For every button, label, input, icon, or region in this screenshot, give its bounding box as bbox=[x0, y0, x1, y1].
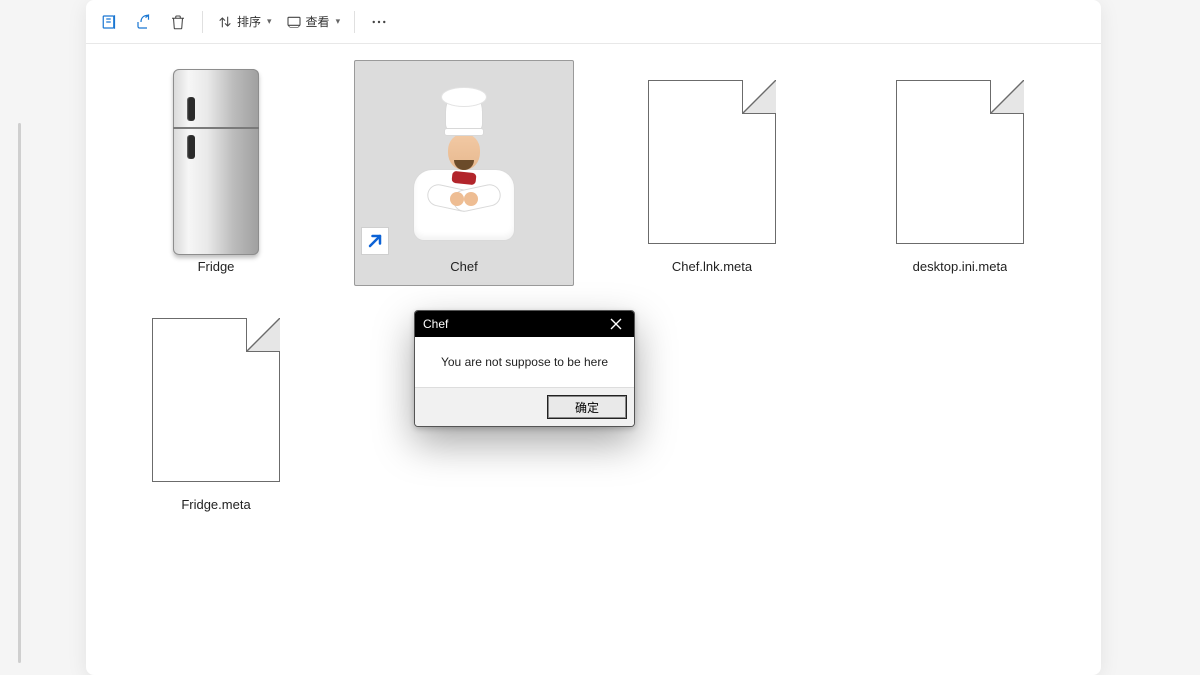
dialog-close-button[interactable] bbox=[606, 314, 626, 334]
view-button[interactable]: 查看 ▾ bbox=[280, 6, 347, 38]
rename-button[interactable] bbox=[94, 6, 126, 38]
file-grid: Fridge bbox=[106, 60, 1081, 524]
delete-button[interactable] bbox=[162, 6, 194, 38]
file-item-chef-lnk-meta[interactable]: Chef.lnk.meta bbox=[602, 60, 822, 286]
sort-button[interactable]: 排序 ▾ bbox=[211, 6, 278, 38]
message-dialog: Chef You are not suppose to be here 确定 bbox=[414, 310, 635, 427]
dialog-footer: 确定 bbox=[415, 387, 634, 426]
chef-icon bbox=[394, 82, 534, 242]
toolbar: 排序 ▾ 查看 ▾ bbox=[86, 0, 1101, 44]
file-item-fridge-meta[interactable]: Fridge.meta bbox=[106, 298, 326, 524]
file-thumbnail bbox=[116, 305, 316, 495]
file-label: Chef.lnk.meta bbox=[672, 259, 752, 274]
generic-file-icon bbox=[648, 80, 776, 244]
toolbar-separator bbox=[202, 11, 203, 33]
file-label: desktop.ini.meta bbox=[913, 259, 1008, 274]
file-item-fridge[interactable]: Fridge bbox=[106, 60, 326, 286]
file-item-chef[interactable]: Chef bbox=[354, 60, 574, 286]
dialog-message: You are not suppose to be here bbox=[415, 337, 634, 387]
view-label: 查看 bbox=[306, 13, 330, 30]
file-thumbnail bbox=[116, 67, 316, 257]
generic-file-icon bbox=[896, 80, 1024, 244]
more-button[interactable] bbox=[363, 6, 395, 38]
file-label: Fridge.meta bbox=[181, 497, 250, 512]
file-label: Fridge bbox=[198, 259, 235, 274]
scrollbar-track[interactable] bbox=[18, 123, 21, 663]
dialog-ok-button[interactable]: 确定 bbox=[548, 396, 626, 418]
generic-file-icon bbox=[152, 318, 280, 482]
file-thumbnail bbox=[364, 67, 564, 257]
dialog-titlebar[interactable]: Chef bbox=[415, 311, 634, 337]
chevron-down-icon: ▾ bbox=[336, 16, 341, 27]
chevron-down-icon: ▾ bbox=[267, 16, 272, 27]
share-button[interactable] bbox=[128, 6, 160, 38]
sort-label: 排序 bbox=[237, 13, 261, 30]
file-thumbnail bbox=[612, 67, 812, 257]
file-item-desktop-ini-meta[interactable]: desktop.ini.meta bbox=[850, 60, 1070, 286]
file-thumbnail bbox=[860, 67, 1060, 257]
toolbar-separator bbox=[354, 11, 355, 33]
dialog-title: Chef bbox=[423, 317, 448, 331]
fridge-icon bbox=[173, 69, 259, 255]
shortcut-overlay-icon bbox=[361, 227, 389, 255]
file-label: Chef bbox=[450, 259, 477, 274]
